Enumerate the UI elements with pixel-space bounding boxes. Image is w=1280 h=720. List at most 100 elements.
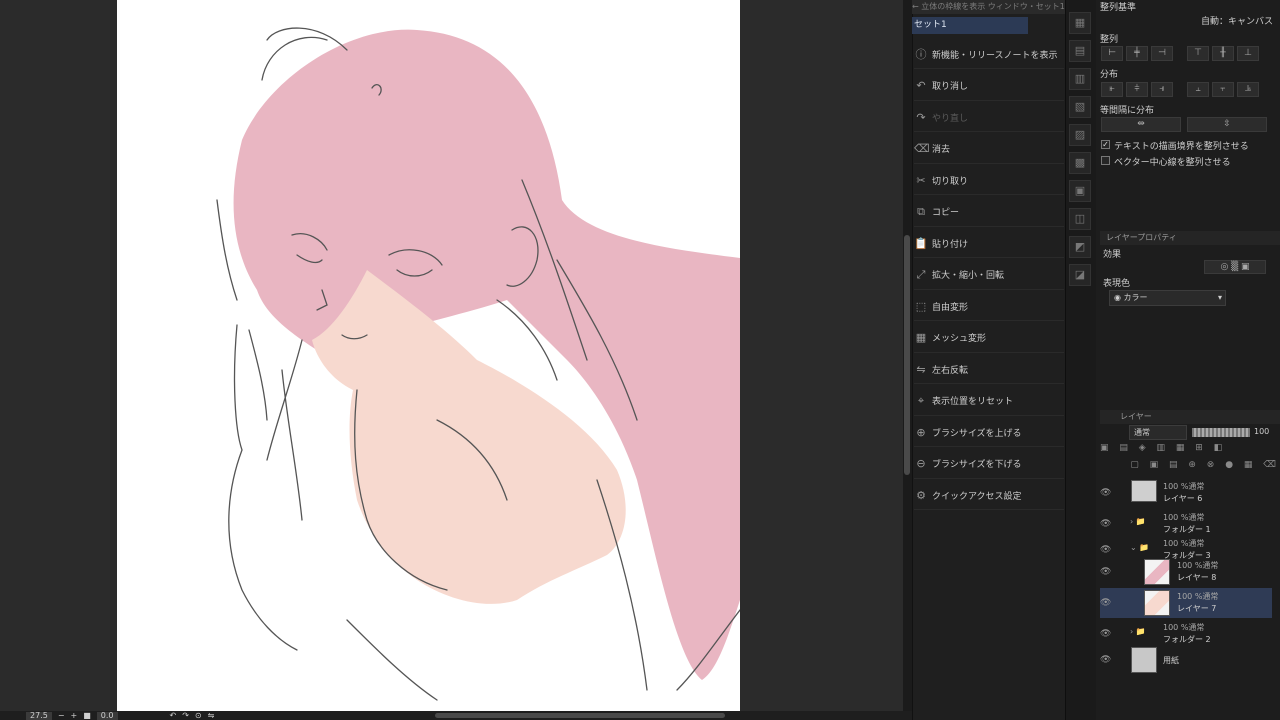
panel-tab-icon[interactable]: ◩ [1069, 236, 1091, 258]
panel-tab-icon[interactable]: ▩ [1069, 152, 1091, 174]
align-right-icon[interactable]: ⊣ [1151, 46, 1173, 61]
opacity-value[interactable]: 100 [1254, 427, 1269, 436]
stop-icon[interactable]: ■ [83, 711, 91, 720]
panel-tab-icon[interactable]: ▥ [1069, 68, 1091, 90]
distribute-hcenter-icon[interactable]: ⫩ [1126, 82, 1148, 97]
quick-access-item[interactable]: ↷ やり直し [914, 103, 1064, 132]
chevron-down-icon: ▾ [1217, 293, 1222, 302]
quick-access-item[interactable]: ⌫ 消去 [914, 135, 1064, 164]
quick-access-item-label: やり直し [932, 113, 969, 124]
quick-access-item[interactable]: ⇋ 左右反転 [914, 355, 1064, 384]
distribute-left-icon[interactable]: ⫦ [1101, 82, 1123, 97]
zoom-out-icon[interactable]: − [58, 711, 65, 720]
quick-access-item[interactable]: ⓘ 新機能・リリースノートを表示 [914, 40, 1064, 69]
reset-view-icon: ⌖ [917, 393, 925, 407]
zoom-field[interactable]: 27.5 [26, 711, 52, 720]
blend-mode-dropdown[interactable]: 通常 [1129, 425, 1187, 440]
panel-tab-icon[interactable]: ▣ [1069, 180, 1091, 202]
eye-icon[interactable]: 👁 [1100, 598, 1111, 608]
scissors-icon: ✂ [916, 173, 926, 187]
quick-access-item[interactable]: ⌖ 表示位置をリセット [914, 387, 1064, 416]
eye-icon[interactable]: 👁 [1100, 655, 1111, 665]
eye-icon[interactable]: 👁 [1100, 488, 1111, 498]
layer-name: レイヤー 8 [1177, 573, 1217, 582]
layers-tab[interactable]: レイヤー [1100, 412, 1152, 421]
eye-icon[interactable]: 👁 [1100, 519, 1111, 529]
drawing-canvas[interactable] [117, 0, 740, 711]
zoom-in-icon[interactable]: + [71, 711, 78, 720]
layer-property-tab[interactable]: レイヤープロパティ [1100, 233, 1177, 242]
quick-access-item[interactable]: ✂ 切り取り [914, 166, 1064, 195]
panel-tab-icon[interactable]: ▨ [1069, 124, 1091, 146]
vector-center-checkbox[interactable] [1101, 156, 1110, 165]
effect-buttons[interactable]: ◎ ▒ ▣ [1204, 260, 1266, 274]
quick-access-item[interactable]: ⤢ 拡大・縮小・回転 [914, 261, 1064, 290]
display-color-dropdown[interactable]: ◉ カラー ▾ [1109, 290, 1226, 306]
eye-icon[interactable]: 👁 [1100, 567, 1111, 577]
distribute-vcenter-icon[interactable]: ⫟ [1212, 82, 1234, 97]
align-hcenter-icon[interactable]: ╪ [1126, 46, 1148, 61]
folder-icon[interactable]: › 📁 [1130, 627, 1146, 636]
mesh-icon: ▦ [915, 331, 927, 344]
panel-tab-icon[interactable]: ▧ [1069, 96, 1091, 118]
vector-center-label: ベクター中心線を整列させる [1114, 158, 1231, 168]
quick-access-item[interactable]: ↶ 取り消し [914, 72, 1064, 101]
panel-tab-icon[interactable]: ▤ [1069, 40, 1091, 62]
panel-tab-icon[interactable]: ◫ [1069, 208, 1091, 230]
distribute-bottom-icon[interactable]: ⫡ [1237, 82, 1259, 97]
rotate-right-icon[interactable]: ↷ [182, 711, 189, 720]
rotate-left-icon[interactable]: ↶ [170, 711, 177, 720]
horizontal-scroll-thumb[interactable] [435, 713, 725, 718]
quick-access-item[interactable]: ▦ メッシュ変形 [914, 324, 1064, 353]
opacity-slider[interactable] [1192, 428, 1250, 437]
equal-space-vertical-icon[interactable]: ⇳ [1187, 117, 1267, 132]
quick-access-item-label: 切り取り [932, 176, 969, 187]
align-vcenter-icon[interactable]: ╫ [1212, 46, 1234, 61]
text-bounds-label: テキストの描画境界を整列させる [1114, 142, 1249, 152]
flip-horizontal-icon[interactable]: ⇋ [208, 711, 215, 720]
text-bounds-checkbox[interactable]: ✓ [1101, 140, 1110, 149]
quick-access-item-label: メッシュ変形 [932, 334, 987, 344]
quick-access-item-label: ブラシサイズを下げる [932, 460, 1022, 470]
eye-icon[interactable]: 👁 [1100, 545, 1111, 555]
panel-tab-icon[interactable]: ◪ [1069, 264, 1091, 286]
folder-icon[interactable]: ⌄ 📁 [1130, 543, 1149, 552]
quick-access-set-selector[interactable]: セット1 [912, 17, 1028, 34]
quick-access-item[interactable]: 📋 貼り付け [914, 229, 1064, 258]
layer-blend-info: 100 %通常 [1163, 482, 1205, 491]
layer-row[interactable] [1100, 645, 1272, 675]
display-color-label: 表現色 [1103, 279, 1131, 289]
reset-rotate-icon[interactable]: ⊙ [195, 711, 202, 720]
equal-space-horizontal-icon[interactable]: ⇹ [1101, 117, 1181, 132]
panel-tab-icon[interactable]: ▦ [1069, 12, 1091, 34]
quick-access-item[interactable]: ⊕ ブラシサイズを上げる [914, 418, 1064, 447]
quick-access-item[interactable]: ⊖ ブラシサイズを下げる [914, 450, 1064, 479]
layer-blend-info: 100 %通常 [1177, 561, 1219, 570]
align-basis-value[interactable]: 自動：キャンバス [1201, 14, 1273, 27]
layers-tabbar: レイヤー [1100, 410, 1280, 424]
eye-icon[interactable]: 👁 [1100, 629, 1111, 639]
layer-toolbar-2[interactable]: ▢ ▣ ▤ ⊕ ⊗ ● ▦ ⌫ [1100, 460, 1280, 472]
layer-blend-info: 100 %通常 [1163, 623, 1205, 632]
layer-property-tabbar: レイヤープロパティ [1100, 231, 1280, 245]
layer-name: レイヤー 6 [1163, 494, 1203, 503]
vertical-scroll-thumb[interactable] [904, 235, 910, 475]
angle-field[interactable]: 0.0 [96, 711, 118, 720]
quick-access-item[interactable]: ⚙ クイックアクセス設定 [914, 481, 1064, 510]
align-left-icon[interactable]: ⊢ [1101, 46, 1123, 61]
layer-name: 用紙 [1163, 656, 1179, 665]
layer-name: フォルダー 1 [1163, 525, 1211, 534]
align-bottom-icon[interactable]: ⊥ [1237, 46, 1259, 61]
layer-blend-info: 100 %通常 [1163, 539, 1205, 548]
distribute-right-icon[interactable]: ⫣ [1151, 82, 1173, 97]
effect-label: 効果 [1103, 250, 1122, 260]
folder-icon[interactable]: › 📁 [1130, 517, 1146, 526]
align-top-icon[interactable]: ⊤ [1187, 46, 1209, 61]
layer-toolbar-1[interactable]: ▣ ▤ ◈ ▥ ▦ ⊞ ◧ [1100, 443, 1280, 455]
quick-access-item-label: 貼り付け [932, 239, 969, 250]
quick-access-item-label: 自由変形 [932, 302, 969, 313]
layer-thumbnail [1131, 647, 1157, 673]
quick-access-item[interactable]: ⧉ コピー [914, 198, 1064, 227]
quick-access-item[interactable]: ⬚ 自由変形 [914, 292, 1064, 321]
distribute-top-icon[interactable]: ⫠ [1187, 82, 1209, 97]
